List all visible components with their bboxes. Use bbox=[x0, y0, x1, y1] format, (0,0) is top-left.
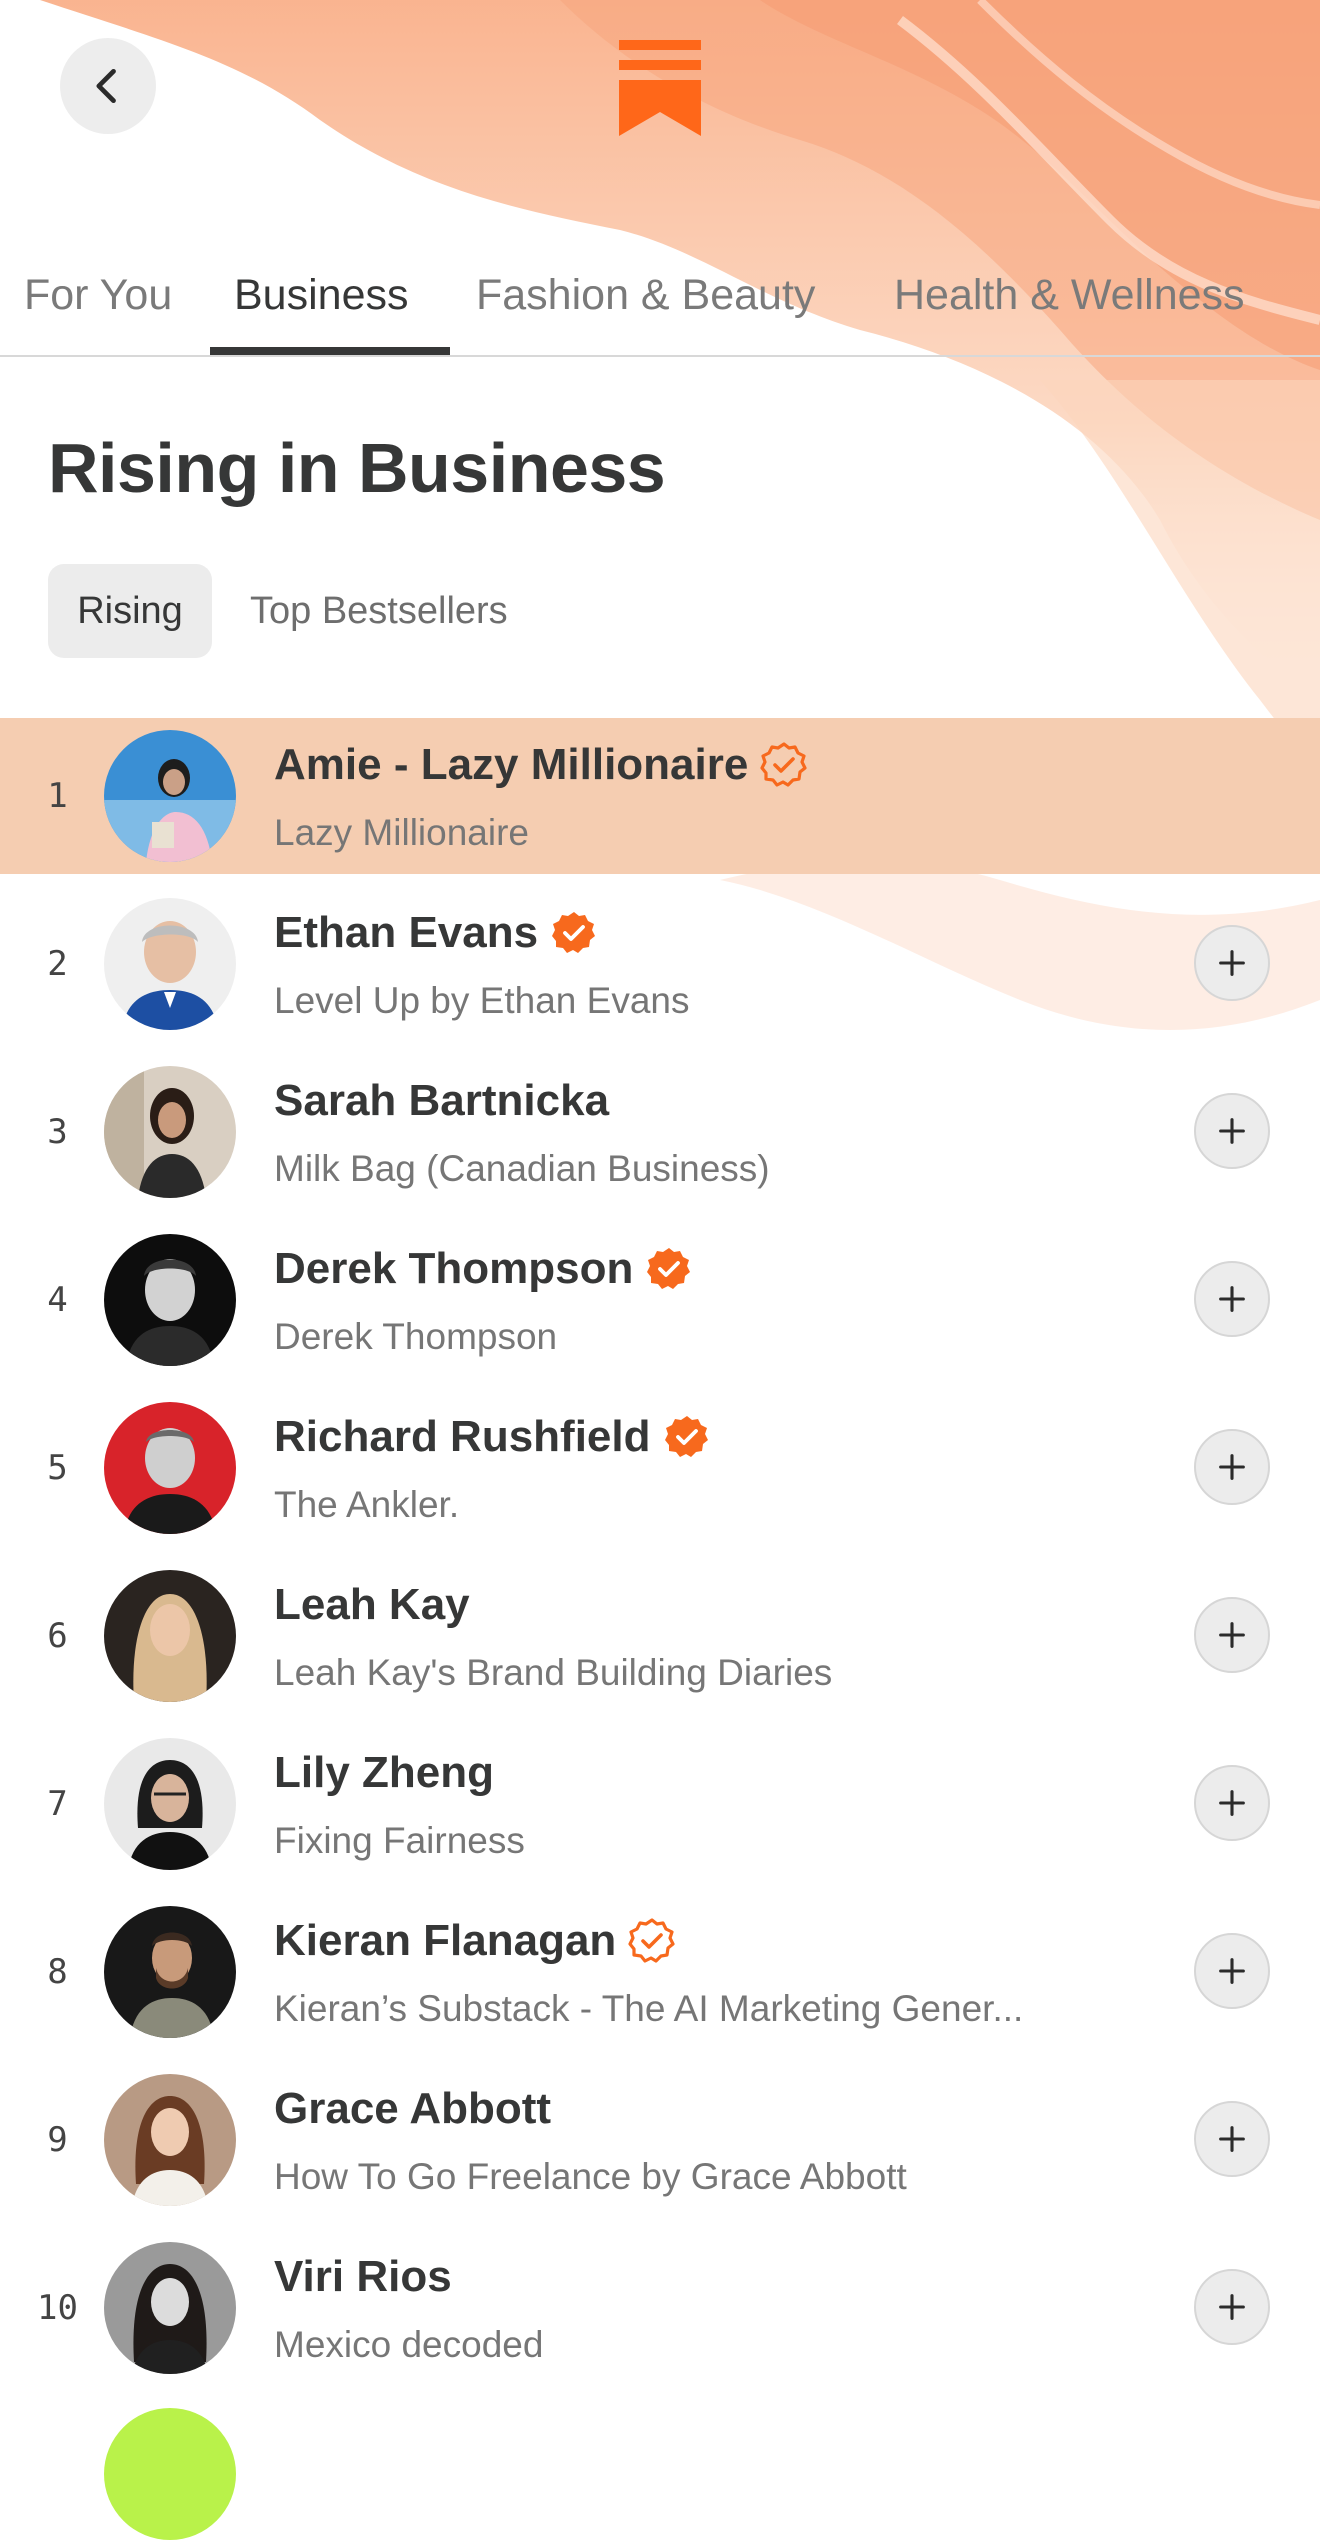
rank-number: 10 bbox=[37, 2288, 78, 2328]
writer-name[interactable]: Ethan Evans bbox=[274, 908, 538, 958]
avatar bbox=[104, 1234, 236, 1366]
subscribe-add-button[interactable] bbox=[1194, 925, 1270, 1001]
rank-number: 5 bbox=[47, 1448, 68, 1488]
avatar bbox=[104, 1570, 236, 1702]
chevron-left-icon bbox=[96, 68, 116, 104]
substack-logo-icon bbox=[619, 40, 701, 136]
writer-name[interactable]: Amie - Lazy Millionaire bbox=[274, 740, 748, 790]
writer-name[interactable]: Leah Kay bbox=[274, 1580, 470, 1630]
list-item[interactable]: 5 Richard Rushfield The Ankler. bbox=[0, 1390, 1320, 1546]
list-item[interactable]: 8 Kieran Flanagan Kieran’s Substack - Th… bbox=[0, 1894, 1320, 2050]
tab-for-you[interactable]: For You bbox=[24, 271, 172, 320]
avatar bbox=[104, 1738, 236, 1870]
avatar bbox=[104, 1402, 236, 1534]
publication-name: The Ankler. bbox=[274, 1484, 460, 1525]
active-tab-indicator bbox=[210, 347, 450, 355]
plus-icon bbox=[1219, 1622, 1245, 1648]
plus-icon bbox=[1219, 1790, 1245, 1816]
plus-icon bbox=[1219, 1118, 1245, 1144]
subscribe-add-button[interactable] bbox=[1194, 1093, 1270, 1169]
plus-icon bbox=[1219, 1958, 1245, 1984]
rank-number: 4 bbox=[47, 1280, 68, 1320]
subscribe-add-button[interactable] bbox=[1194, 2101, 1270, 2177]
subscribe-add-button[interactable] bbox=[1194, 2269, 1270, 2345]
list-item[interactable]: 4 Derek Thompson Derek Thompson bbox=[0, 1222, 1320, 1378]
writer-name[interactable]: Richard Rushfield bbox=[274, 1412, 651, 1462]
page-title: Rising in Business bbox=[48, 429, 666, 507]
rank-number: 8 bbox=[47, 1952, 68, 1992]
avatar bbox=[104, 2408, 236, 2540]
tab-business[interactable]: Business bbox=[234, 271, 408, 320]
rank-number: 1 bbox=[47, 776, 68, 816]
list-item[interactable]: 10 Viri Rios Mexico decoded bbox=[0, 2230, 1320, 2386]
publication-name: Milk Bag (Canadian Business) bbox=[274, 1148, 770, 1189]
avatar bbox=[104, 730, 236, 862]
subscribe-add-button[interactable] bbox=[1194, 1597, 1270, 1673]
tab-fashion-beauty[interactable]: Fashion & Beauty bbox=[476, 271, 815, 320]
category-tabs: For You Business Fashion & Beauty Health… bbox=[0, 255, 1320, 357]
list-item[interactable]: 6 Leah Kay Leah Kay's Brand Building Dia… bbox=[0, 1558, 1320, 1714]
publication-name: Lazy Millionaire bbox=[274, 812, 529, 853]
verified-outline-badge-icon bbox=[760, 742, 807, 787]
writer-name[interactable]: Grace Abbott bbox=[274, 2084, 551, 2134]
tab-health-wellness[interactable]: Health & Wellness bbox=[894, 271, 1245, 320]
publication-name: Mexico decoded bbox=[274, 2324, 544, 2365]
writer-name[interactable]: Derek Thompson bbox=[274, 1244, 633, 1294]
list-item[interactable]: 7 Lily Zheng Fixing Fairness bbox=[0, 1726, 1320, 1882]
writer-name[interactable]: Lily Zheng bbox=[274, 1748, 494, 1798]
rank-number: 2 bbox=[47, 944, 68, 984]
rank-number: 9 bbox=[47, 2120, 68, 2160]
rank-number: 3 bbox=[47, 1112, 68, 1152]
publication-name: Kieran’s Substack - The AI Marketing Gen… bbox=[274, 1988, 1024, 2029]
filter-top-bestsellers[interactable]: Top Bestsellers bbox=[250, 564, 508, 658]
verified-badge-icon bbox=[552, 912, 596, 953]
list-item[interactable]: 1 Amie - Lazy Millionaire Lazy Millionai… bbox=[0, 718, 1320, 874]
publication-name: Fixing Fairness bbox=[274, 1820, 525, 1861]
publication-name: Leah Kay's Brand Building Diaries bbox=[274, 1652, 833, 1693]
writer-name[interactable]: Sarah Bartnicka bbox=[274, 1076, 609, 1126]
avatar bbox=[104, 1906, 236, 2038]
plus-icon bbox=[1219, 2294, 1245, 2320]
verified-badge-icon bbox=[664, 1416, 708, 1457]
writer-name[interactable]: Viri Rios bbox=[274, 2252, 452, 2302]
rank-number: 7 bbox=[47, 1784, 68, 1824]
subscribe-add-button[interactable] bbox=[1194, 1429, 1270, 1505]
avatar bbox=[104, 2074, 236, 2206]
avatar bbox=[104, 2242, 236, 2374]
filter-rising[interactable]: Rising bbox=[48, 564, 212, 658]
publication-name: How To Go Freelance by Grace Abbott bbox=[274, 2156, 907, 2197]
list-item[interactable]: 9 Grace Abbott How To Go Freelance by Gr… bbox=[0, 2062, 1320, 2218]
plus-icon bbox=[1219, 1286, 1245, 1312]
subscribe-add-button[interactable] bbox=[1194, 1765, 1270, 1841]
back-button[interactable] bbox=[60, 38, 156, 134]
subscribe-add-button[interactable] bbox=[1194, 1261, 1270, 1337]
publication-name: Derek Thompson bbox=[274, 1316, 558, 1357]
writer-name[interactable]: Kieran Flanagan bbox=[274, 1916, 616, 1966]
verified-outline-badge-icon bbox=[628, 1918, 675, 1963]
verified-badge-icon bbox=[647, 1248, 691, 1289]
plus-icon bbox=[1219, 2126, 1245, 2152]
plus-icon bbox=[1219, 950, 1245, 976]
list-item[interactable]: 2 Ethan Evans Level Up by Ethan Evans bbox=[0, 886, 1320, 1042]
avatar bbox=[104, 1066, 236, 1198]
subscribe-add-button[interactable] bbox=[1194, 1933, 1270, 2009]
publication-name: Level Up by Ethan Evans bbox=[274, 980, 690, 1021]
rank-number: 6 bbox=[47, 1616, 68, 1656]
plus-icon bbox=[1219, 1454, 1245, 1480]
list-item[interactable]: 3 Sarah Bartnicka Milk Bag (Canadian Bus… bbox=[0, 1054, 1320, 1210]
avatar bbox=[104, 898, 236, 1030]
